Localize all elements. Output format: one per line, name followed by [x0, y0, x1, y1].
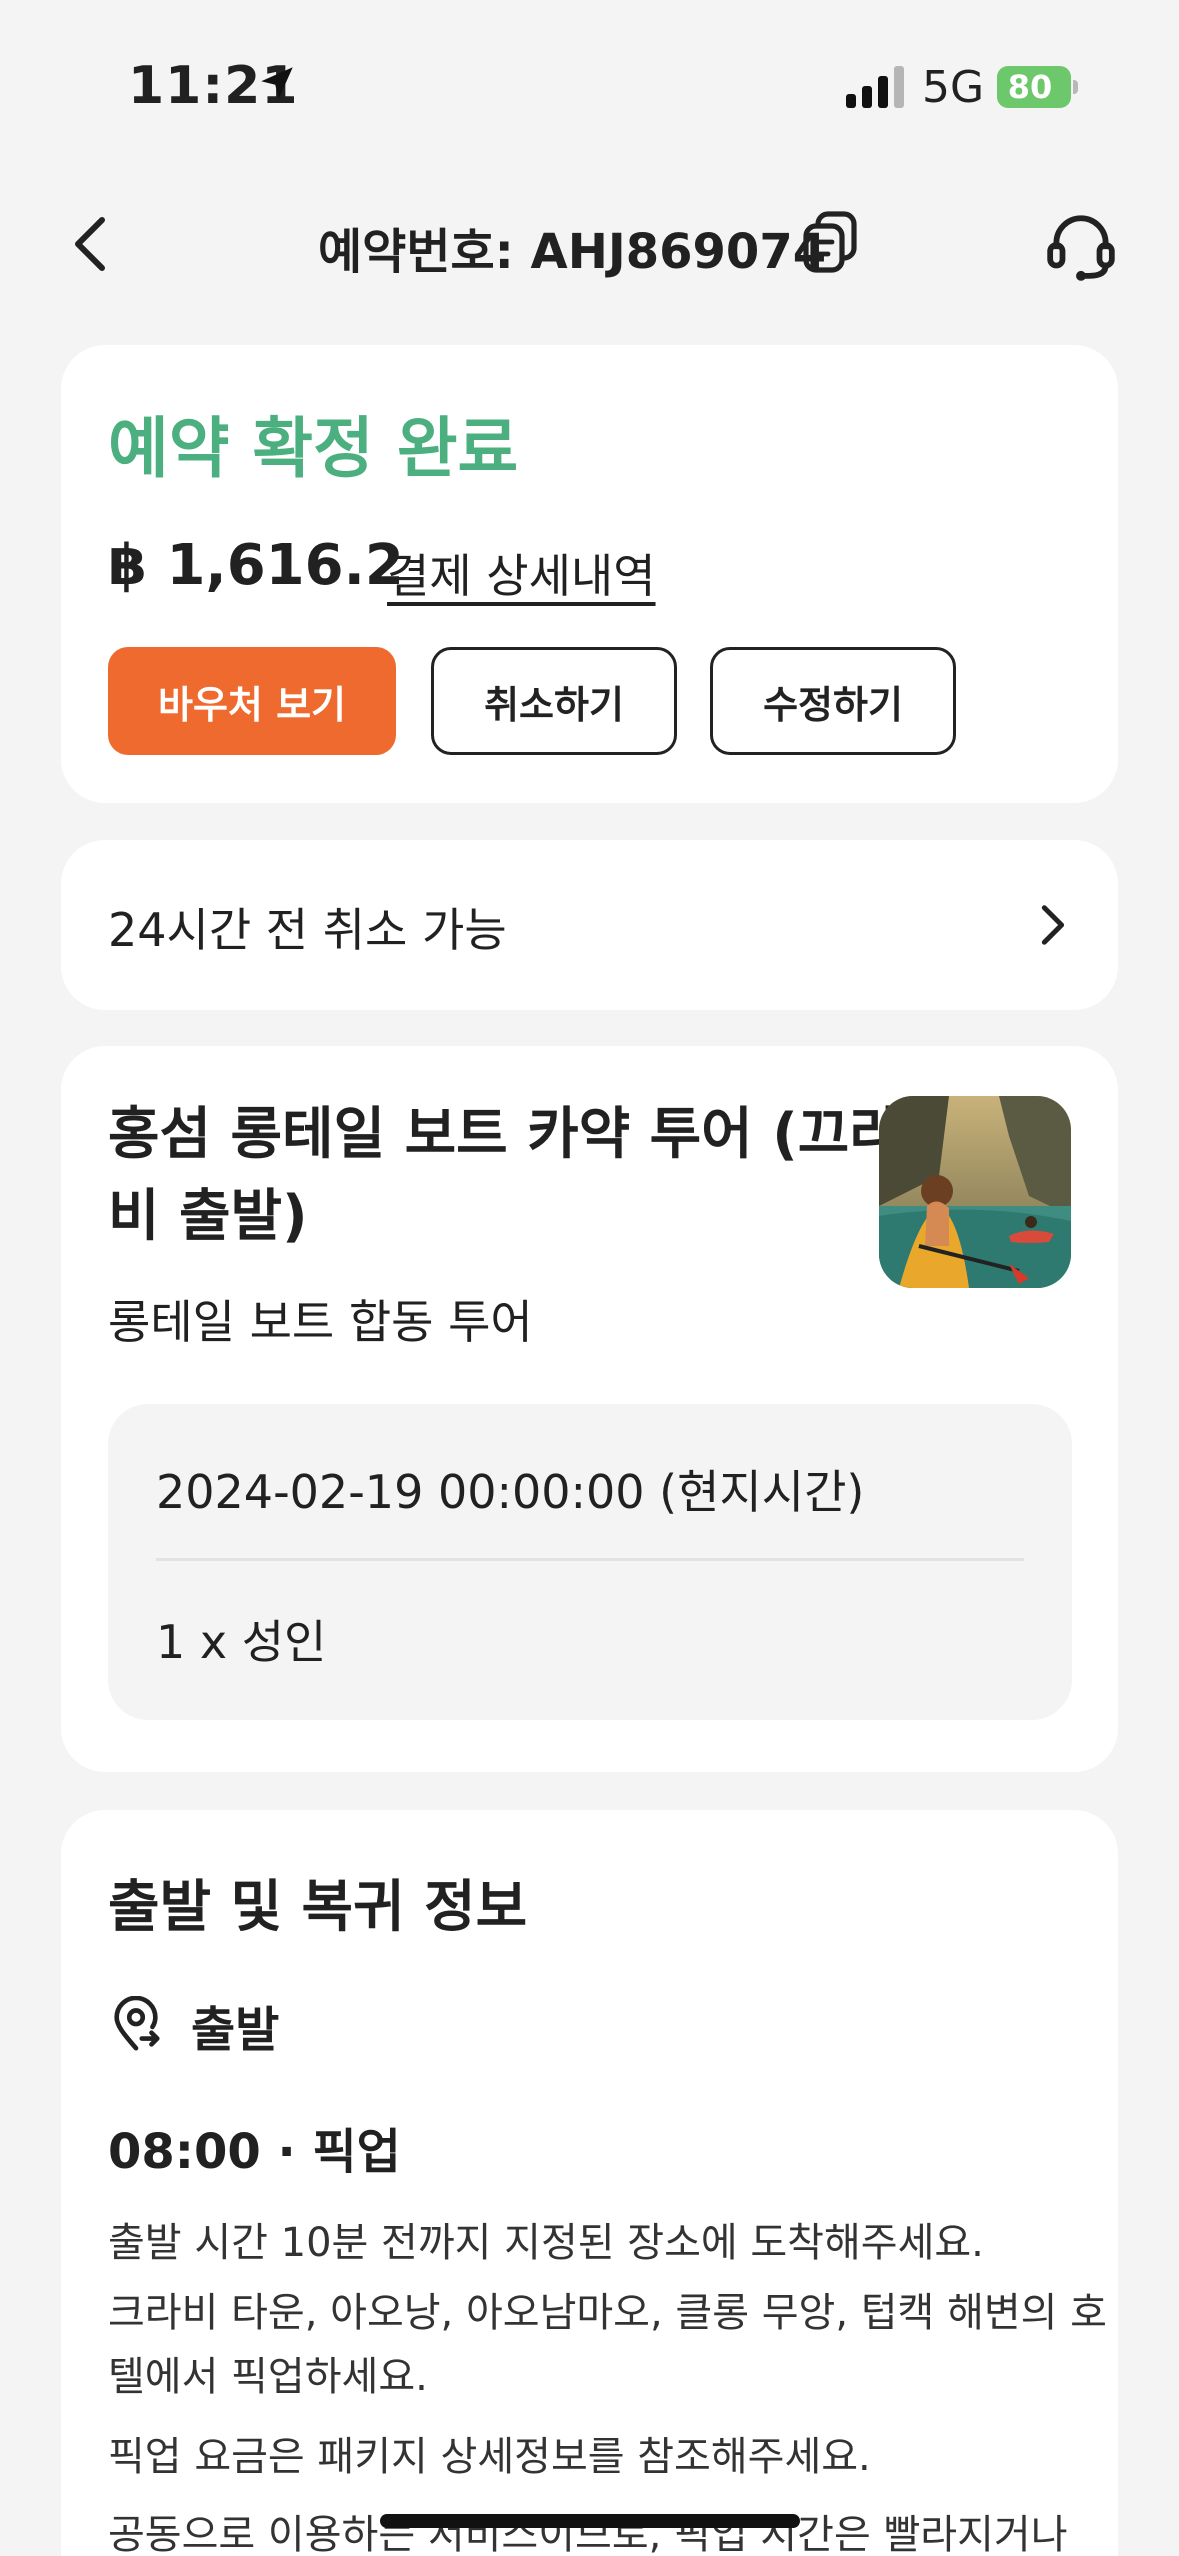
location-arrow-icon	[261, 67, 293, 99]
pin-icon	[114, 1996, 160, 2051]
battery-level: 80	[1007, 68, 1053, 106]
cancellation-policy-text: 24시간 전 취소 가능	[108, 903, 507, 957]
payment-details-link[interactable]: 결제 상세내역	[387, 540, 656, 606]
pickup-time: 08:00 · 픽업	[108, 2124, 401, 2180]
product-card: 홍섬 롱테일 보트 카약 투어 (끄라비 출발) 롱테일 보트 합동 투어 20…	[61, 1046, 1118, 1772]
info-line: 크라비 타운, 아오낭, 아오남마오, 클롱 무앙, 텁캑 해변의 호	[108, 2290, 1107, 2336]
info-line: 출발 시간 10분 전까지 지정된 장소에 도착해주세요.	[108, 2220, 984, 2266]
booking-status-card: 예약 확정 완료 ฿ 1,616.2 결제 상세내역 바우처 보기 취소하기 수…	[61, 345, 1118, 803]
nav-header: 예약번호: AHJ869074	[0, 190, 1179, 300]
divider	[156, 1558, 1024, 1561]
departure-label: 출발	[191, 2002, 280, 2058]
booking-quantity: 1 x 성인	[156, 1615, 327, 1669]
modify-button[interactable]: 수정하기	[710, 647, 956, 755]
info-line: 픽업 요금은 패키지 상세정보를 참조해주세요.	[108, 2434, 871, 2480]
back-chevron-icon[interactable]	[62, 214, 122, 274]
departure-return-card: 출발 및 복귀 정보 출발 08:00 · 픽업 출발 시간 10분 전까지 지…	[61, 1810, 1118, 2556]
total-price: ฿ 1,616.2	[108, 533, 404, 598]
info-line: 텔에서 픽업하세요.	[108, 2354, 428, 2400]
product-image[interactable]	[879, 1096, 1071, 1288]
section-title: 출발 및 복귀 정보	[108, 1875, 528, 1940]
view-voucher-button[interactable]: 바우처 보기	[108, 647, 396, 755]
booking-number-title: 예약번호: AHJ869074	[318, 224, 827, 280]
status-bar: 11:21 5G 80	[0, 0, 1179, 170]
battery-icon: 80	[997, 66, 1078, 108]
cancel-button[interactable]: 취소하기	[431, 647, 677, 755]
info-line: 공동으로 이용하는 서비스이므로, 픽업 시간은 빨라지거나	[108, 2512, 1068, 2556]
headset-icon[interactable]	[1044, 208, 1118, 282]
cancellation-policy-row[interactable]: 24시간 전 취소 가능	[61, 840, 1118, 1010]
product-title: 홍섬 롱테일 보트 카약 투어 (끄라비 출발)	[108, 1102, 901, 1249]
copy-icon[interactable]	[800, 210, 860, 274]
network-type: 5G	[922, 62, 985, 113]
booking-status: 예약 확정 완료	[108, 410, 519, 487]
signal-icon	[846, 66, 904, 108]
booking-date: 2024-02-19 00:00:00 (현지시간)	[156, 1465, 865, 1519]
product-subtitle: 롱테일 보트 합동 투어	[108, 1295, 533, 1349]
chevron-right-icon	[1041, 905, 1065, 945]
home-indicator[interactable]	[380, 2514, 800, 2528]
booking-details-box: 2024-02-19 00:00:00 (현지시간) 1 x 성인	[108, 1404, 1072, 1720]
